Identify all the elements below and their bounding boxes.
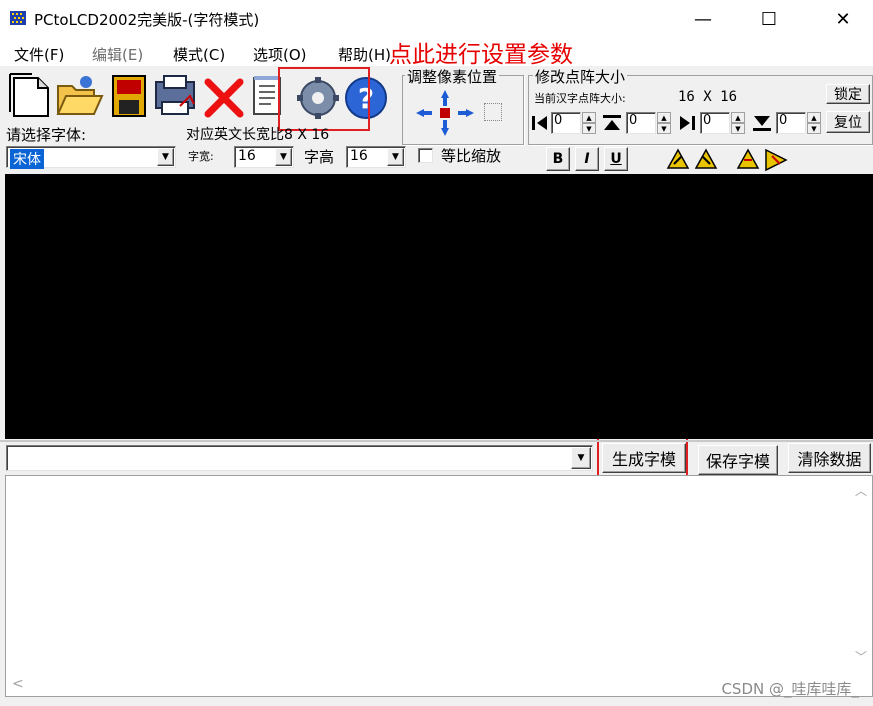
menu-file[interactable]: 文件(F) (14, 44, 64, 65)
spin-left-buttons[interactable]: ▲ ▼ (582, 112, 596, 134)
highlight-box-settings (278, 67, 370, 131)
top-spin-icon (600, 112, 624, 134)
window-title: PCtoLCD2002完美版-(字符模式) (34, 11, 260, 29)
right-spin-icon (676, 112, 698, 134)
open-folder-icon[interactable] (54, 72, 104, 120)
spin-bottom-field[interactable]: 0 (776, 112, 806, 134)
height-select[interactable]: 16 ▼ (346, 146, 406, 168)
height-label: 字高 (304, 148, 335, 166)
close-button[interactable]: ✕ (820, 0, 866, 38)
lock-button[interactable]: 锁定 (826, 84, 870, 104)
chevron-down-icon[interactable]: ▼ (275, 148, 292, 166)
generate-button[interactable]: 生成字模 (602, 443, 686, 473)
menu-edit[interactable]: 编辑(E) (92, 44, 143, 65)
width-label: 字宽: (188, 150, 214, 163)
print-icon[interactable] (150, 72, 198, 120)
bold-button[interactable]: B (546, 147, 570, 171)
spin-right-buttons[interactable]: ▲ ▼ (731, 112, 745, 134)
rotate-flip-icon[interactable] (734, 146, 790, 172)
spin-top-field[interactable]: 0 (626, 112, 656, 134)
scroll-up-icon[interactable]: ︿ (855, 482, 867, 499)
mirror-flip-icon[interactable] (664, 146, 720, 172)
font-select-value: 宋体 (10, 149, 44, 169)
separator (0, 440, 873, 442)
scroll-down-icon[interactable]: ﹀ (855, 648, 867, 665)
spin-left-field[interactable]: 0 (551, 112, 581, 134)
current-matrix-value: 16 X 16 (678, 89, 738, 105)
menu-help[interactable]: 帮助(H) (338, 44, 391, 65)
chevron-down-icon[interactable]: ▼ (157, 148, 174, 166)
italic-button[interactable]: I (575, 147, 599, 171)
save-disk-icon[interactable] (105, 72, 153, 120)
chevron-down-icon[interactable]: ▼ (571, 447, 591, 469)
app-icon (9, 9, 27, 27)
current-matrix-label: 当前汉字点阵大小: (534, 92, 626, 105)
minimize-button[interactable]: — (680, 0, 726, 38)
matrix-title: 修改点阵大小 (533, 66, 628, 87)
maximize-button[interactable]: ☐ (746, 0, 792, 38)
proportional-checkbox[interactable] (418, 148, 433, 163)
annotation-text: 点此进行设置参数 (389, 42, 573, 68)
font-select[interactable]: 宋体 ▼ (6, 146, 176, 169)
new-file-icon[interactable] (8, 72, 56, 120)
left-spin-icon (530, 112, 550, 134)
menu-mode[interactable]: 模式(C) (173, 44, 225, 65)
pixel-center-box[interactable] (484, 103, 502, 121)
width-value: 16 (238, 148, 256, 164)
dot-matrix-canvas[interactable] (5, 174, 873, 439)
save-button[interactable]: 保存字模 (698, 445, 778, 475)
watermark-text: CSDN @_哇库哇库_ (721, 680, 859, 698)
clear-button[interactable]: 清除数据 (788, 443, 871, 473)
spin-right-field[interactable]: 0 (700, 112, 730, 134)
output-textarea[interactable] (5, 475, 873, 697)
proportional-label: 等比缩放 (441, 147, 502, 165)
underline-button[interactable]: U (604, 147, 628, 171)
width-select[interactable]: 16 ▼ (234, 146, 294, 168)
menu-options[interactable]: 选项(O) (253, 44, 307, 65)
pixel-adjust-title: 调整像素位置 (405, 66, 500, 87)
spin-bottom-buttons[interactable]: ▲ ▼ (807, 112, 821, 134)
height-value: 16 (350, 148, 368, 164)
scroll-left-icon[interactable]: < (12, 676, 24, 692)
reset-button[interactable]: 复位 (826, 111, 870, 133)
ascii-size-label: 对应英文长宽比8 X 16 (186, 127, 330, 143)
chevron-down-icon[interactable]: ▼ (387, 148, 404, 166)
delete-icon[interactable] (200, 72, 248, 120)
pixel-arrows (410, 86, 480, 140)
bottom-spin-icon (750, 112, 774, 134)
output-select[interactable]: ▼ (6, 445, 593, 471)
font-select-label: 请选择字体: (6, 126, 87, 144)
spin-top-buttons[interactable]: ▲ ▼ (657, 112, 671, 134)
